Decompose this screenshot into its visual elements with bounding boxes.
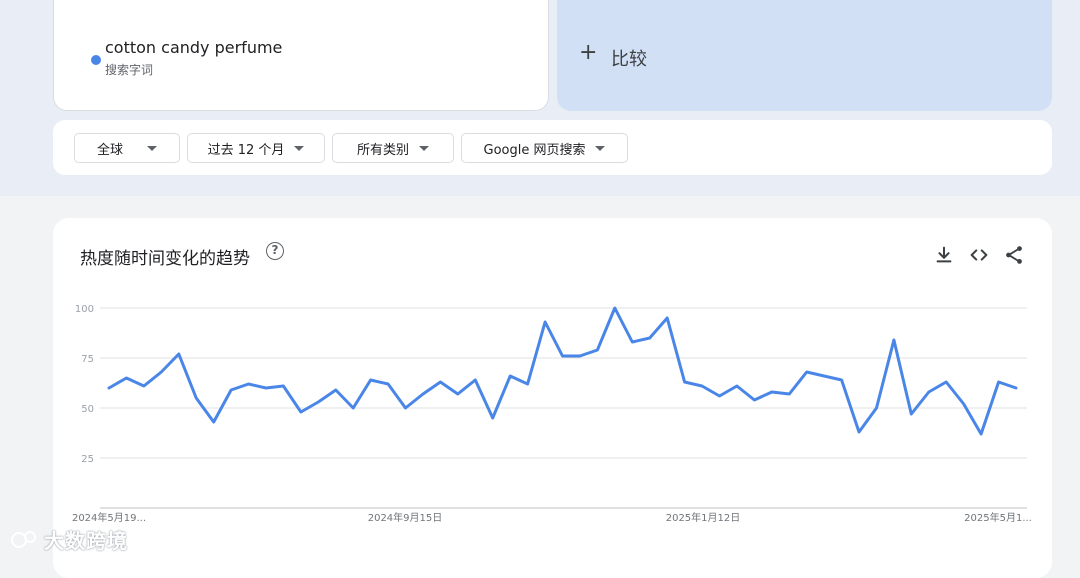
plus-icon: + [579, 40, 598, 65]
watermark-logo-icon [11, 530, 36, 548]
search-term-card[interactable]: cotton candy perfume 搜索字词 [53, 0, 549, 111]
category-value: 所有类别 [356, 142, 409, 158]
interest-over-time-card: 热度随时间变化的趋势 ? 25 50 75 100 2024年5月19... 2024年9… [53, 218, 1052, 578]
caret-down-icon [419, 145, 429, 151]
series-line[interactable] [107, 306, 1018, 436]
watermark-text: 大数跨境 [44, 529, 128, 553]
source-dropdown[interactable]: Google 网页搜索 [461, 133, 628, 163]
search-term-subtitle: 搜索字词 [105, 63, 154, 77]
filter-bar: 全球 过去 12 个月 所有类别 Google 网页搜索 [53, 120, 1052, 175]
region-value: 全球 [96, 142, 123, 158]
x-tick-label: 2024年9月15日 [368, 511, 443, 524]
y-tick-label: 50 [81, 404, 94, 415]
region-dropdown[interactable]: 全球 [74, 133, 180, 163]
y-tick-label: 75 [81, 354, 94, 365]
compare-label: 比较 [611, 49, 647, 70]
trend-chart: 25 50 75 100 2024年5月19... 2024年9月15日 2025年1月12… [72, 304, 1032, 524]
y-tick-label: 100 [75, 304, 94, 315]
x-tick-label: 2024年5月19... [72, 511, 146, 524]
period-dropdown[interactable]: 过去 12 个月 [187, 133, 325, 163]
y-tick-label: 25 [81, 454, 94, 465]
series-color-dot [91, 55, 101, 65]
source-value: Google 网页搜索 [483, 142, 586, 158]
category-dropdown[interactable]: 所有类别 [332, 133, 454, 163]
compare-button[interactable]: + 比较 [557, 0, 1052, 111]
watermark: 大数跨境 [10, 525, 128, 554]
caret-down-icon [147, 145, 157, 151]
period-value: 过去 12 个月 [207, 142, 285, 158]
x-tick-label: 2025年5月1... [964, 511, 1032, 524]
caret-down-icon [595, 145, 606, 151]
search-term-title[interactable]: cotton candy perfume [105, 38, 282, 57]
caret-down-icon [294, 145, 305, 151]
x-tick-label: 2025年1月12日 [666, 511, 741, 524]
